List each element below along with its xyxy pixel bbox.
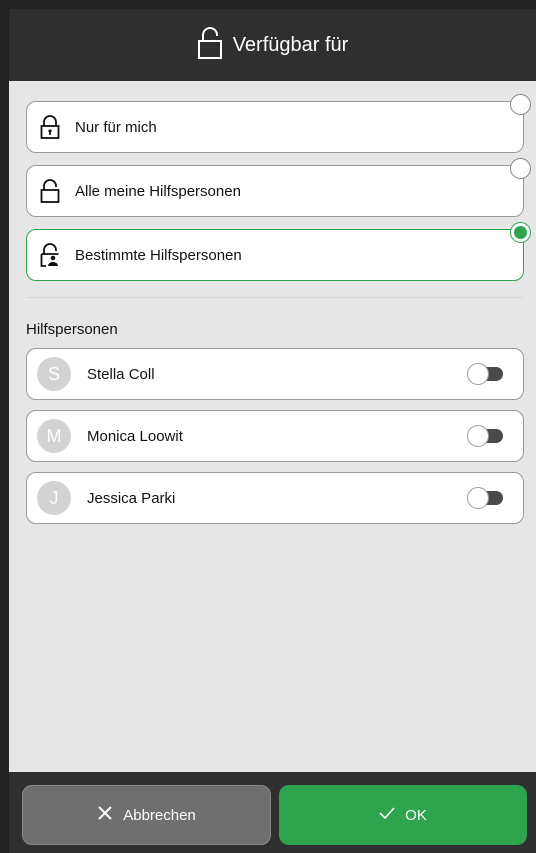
radio-button[interactable] [510, 94, 531, 115]
avatar: S [37, 357, 71, 391]
radio-button[interactable] [510, 158, 531, 179]
option-all-helpers[interactable]: Alle meine Hilfspersonen [26, 158, 531, 217]
helpers-section-label: Hilfspersonen [26, 321, 118, 338]
helper-toggle[interactable] [467, 425, 503, 447]
list-item: J Jessica Parki [26, 472, 524, 524]
avatar: M [37, 419, 71, 453]
ok-button-label: OK [405, 806, 427, 824]
checkmark-icon [379, 806, 395, 824]
helper-toggle[interactable] [467, 487, 503, 509]
option-label: Nur für mich [75, 118, 157, 136]
avatar: J [37, 481, 71, 515]
close-icon [97, 805, 113, 825]
section-divider [26, 297, 524, 298]
unlock-icon [197, 26, 223, 65]
unlock-icon [39, 179, 61, 203]
unlock-person-icon [39, 243, 61, 267]
helper-name: Monica Loowit [87, 427, 183, 445]
cancel-button-label: Abbrechen [123, 806, 196, 824]
helper-toggle[interactable] [467, 363, 503, 385]
dialog-footer: Abbrechen OK [9, 772, 536, 853]
option-specific-helpers[interactable]: Bestimmte Hilfspersonen [26, 222, 531, 281]
dialog-header: Verfügbar für [9, 9, 536, 81]
cancel-button[interactable]: Abbrechen [22, 785, 271, 845]
option-label: Bestimmte Hilfspersonen [75, 246, 242, 264]
option-only-me[interactable]: Nur für mich [26, 94, 531, 153]
helper-name: Jessica Parki [87, 489, 176, 507]
helpers-list: S Stella Coll M Monica Loowit J Jessica … [26, 348, 524, 534]
option-label: Alle meine Hilfspersonen [75, 182, 241, 200]
dialog: Verfügbar für Nur für mich Alle meine Hi… [9, 9, 536, 853]
dialog-title: Verfügbar für [232, 33, 349, 56]
list-item: S Stella Coll [26, 348, 524, 400]
ok-button[interactable]: OK [279, 785, 527, 845]
lock-icon [39, 115, 61, 139]
availability-options: Nur für mich Alle meine Hilfspersonen Be… [26, 94, 531, 293]
list-item: M Monica Loowit [26, 410, 524, 462]
radio-button-selected[interactable] [510, 222, 531, 243]
helper-name: Stella Coll [87, 365, 155, 383]
